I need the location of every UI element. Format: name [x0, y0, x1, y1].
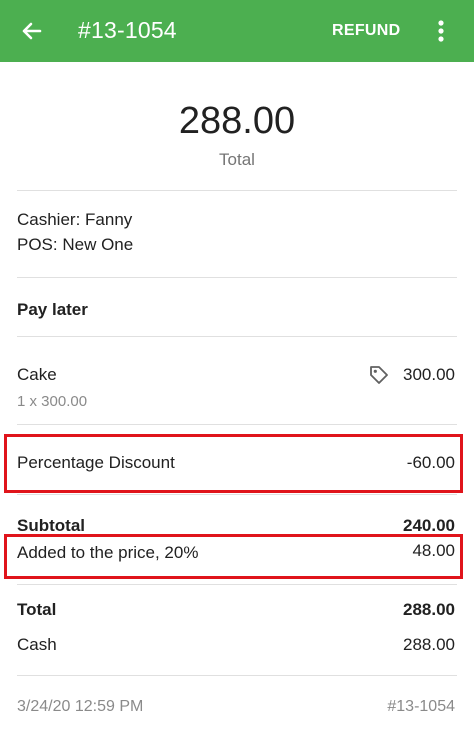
divider	[17, 584, 457, 585]
price-tag-icon	[368, 364, 390, 386]
item-quantity-detail: 1 x 300.00	[17, 393, 88, 410]
refund-button[interactable]: REFUND	[332, 22, 400, 40]
divider	[17, 190, 457, 191]
highlight-box-tax	[4, 534, 463, 579]
total-caption: Total	[219, 150, 255, 169]
divider	[17, 494, 457, 495]
divider	[17, 336, 457, 337]
payment-status: Pay later	[17, 300, 88, 319]
item-amount: 300.00	[403, 365, 455, 384]
back-button[interactable]	[14, 13, 50, 49]
more-options-button[interactable]	[430, 15, 452, 47]
total-amount: 288.00	[178, 100, 296, 142]
footer-receipt-number: #13-1054	[387, 698, 455, 715]
payment-method-label: Cash	[17, 635, 57, 654]
divider	[17, 424, 457, 425]
payment-amount: 288.00	[403, 635, 455, 654]
subtotal-label: Subtotal	[17, 516, 85, 535]
pos-label: POS: New One	[17, 235, 134, 254]
divider	[17, 277, 457, 278]
divider	[17, 675, 457, 676]
receipt-datetime: 3/24/20 12:59 PM	[17, 698, 144, 715]
app-bar: #13-1054 REFUND	[0, 0, 474, 62]
total-value: 288.00	[403, 600, 455, 619]
cashier-label: Cashier: Fanny	[17, 210, 133, 229]
item-name: Cake	[17, 365, 57, 384]
receipt-number-title: #13-1054	[78, 17, 177, 43]
subtotal-amount: 240.00	[403, 516, 455, 535]
more-vertical-icon	[438, 20, 444, 42]
total-label: Total	[17, 600, 57, 619]
arrow-left-icon	[22, 22, 42, 40]
highlight-box-discount	[4, 434, 463, 493]
